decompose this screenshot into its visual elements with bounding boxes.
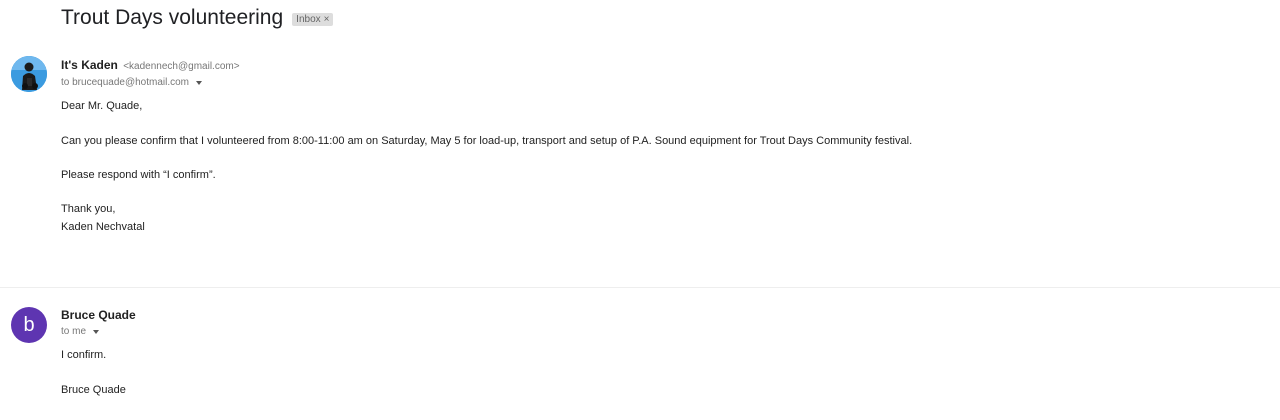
inbox-label-text: Inbox (296, 13, 321, 25)
sender-avatar-photo[interactable] (11, 56, 47, 92)
subject-row: Trout Days volunteering Inbox × (61, 6, 334, 30)
thread-subject: Trout Days volunteering (61, 6, 284, 29)
message-divider (0, 287, 1280, 288)
show-details-caret-icon[interactable] (93, 329, 100, 334)
inbox-label-chip[interactable]: Inbox × (292, 12, 334, 26)
show-details-caret-icon[interactable] (196, 80, 202, 85)
message-body-line: I confirm. (61, 349, 107, 361)
message-body-line: Thank you, (61, 203, 116, 215)
message-body-line: Please respond with “I confirm”. (61, 169, 216, 181)
sender-line: Bruce Quade (61, 308, 136, 322)
sender-name[interactable]: Bruce Quade (61, 308, 136, 322)
sender-avatar-letter[interactable]: b (11, 307, 47, 343)
recipient-line: to brucequade@hotmail.com (61, 77, 202, 88)
person-photo-icon (11, 56, 47, 92)
sender-line: It's Kaden <kadennech@gmail.com> (61, 58, 240, 72)
recipient-text: to me (61, 326, 87, 337)
recipient-text: to brucequade@hotmail.com (61, 77, 189, 88)
sender-email: <kadennech@gmail.com> (123, 61, 240, 72)
remove-label-icon[interactable]: × (324, 14, 330, 25)
recipient-line: to me (61, 326, 100, 337)
message-body-line: Dear Mr. Quade, (61, 100, 143, 112)
email-thread-view: Trout Days volunteering Inbox × It's Kad… (0, 0, 1280, 420)
message-body-line: Can you please confirm that I volunteere… (61, 135, 913, 147)
message-body-line: Bruce Quade (61, 384, 126, 396)
sender-name[interactable]: It's Kaden (61, 58, 118, 72)
message-body-line: Kaden Nechvatal (61, 221, 145, 233)
